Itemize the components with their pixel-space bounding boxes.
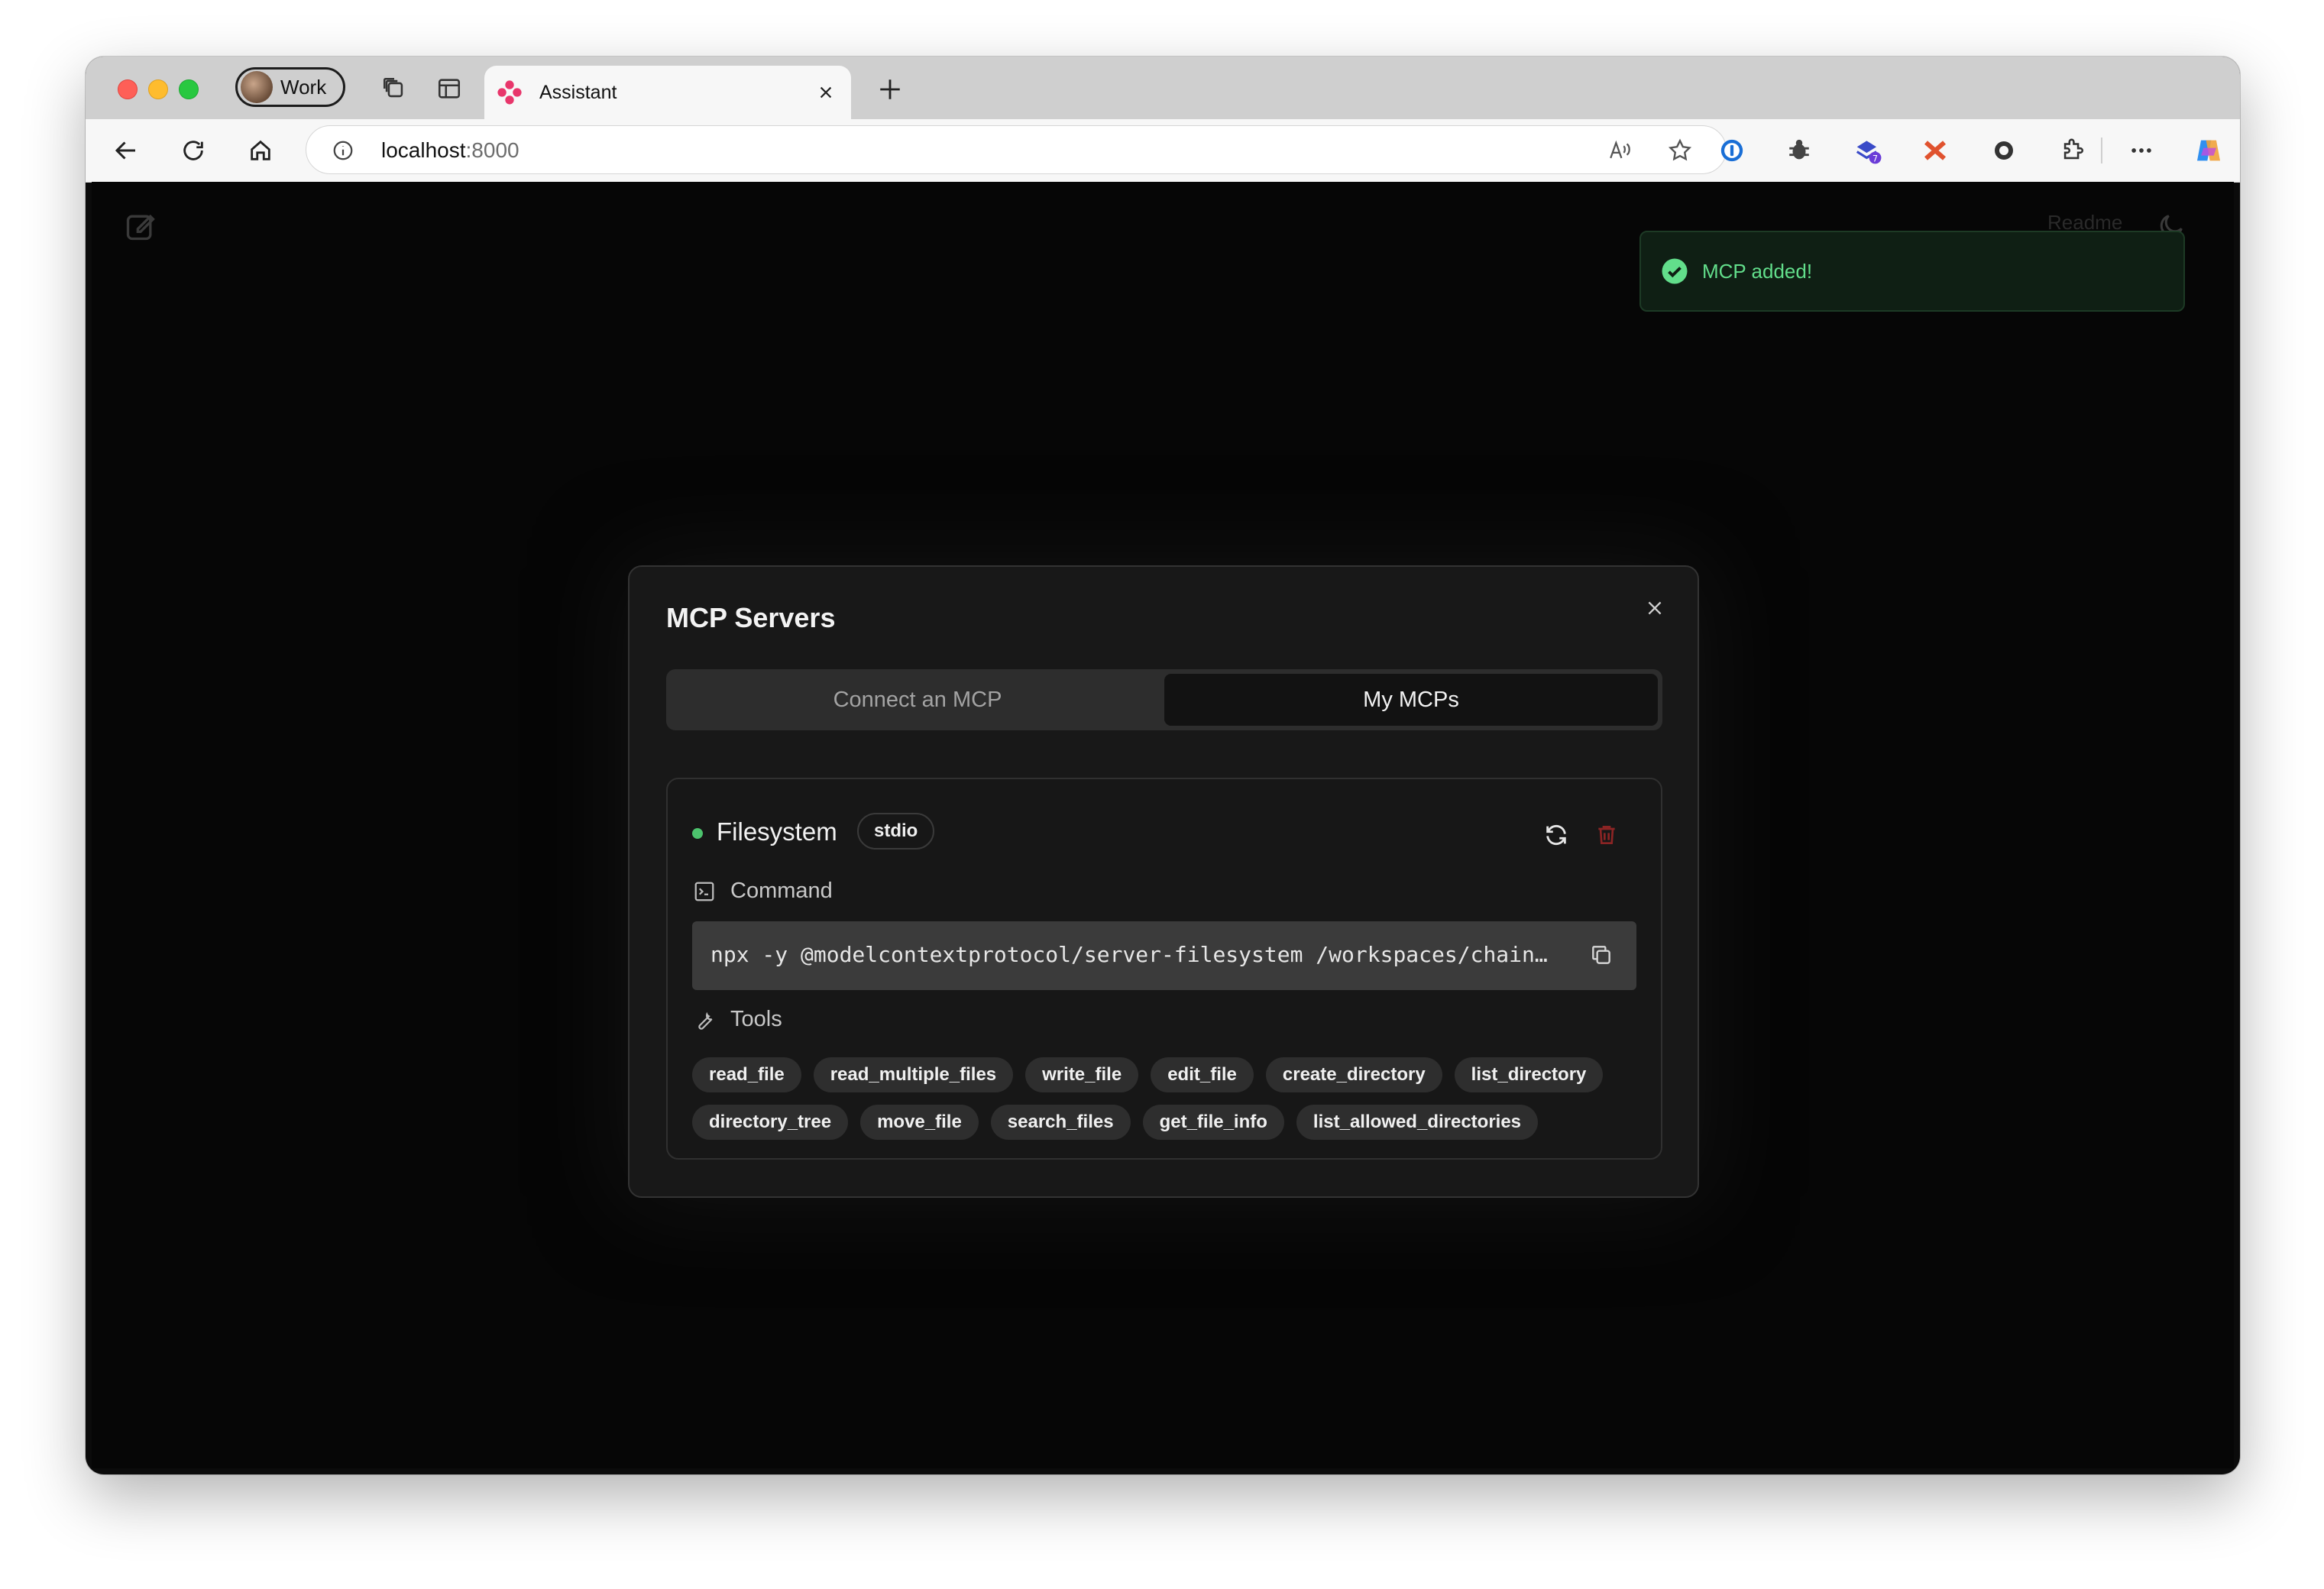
tab-connect-mcp[interactable]: Connect an MCP [671,674,1164,726]
extension-bug-icon[interactable] [1783,134,1815,167]
dialog-title: MCP Servers [666,602,836,633]
tools-list: read_file read_multiple_files write_file… [692,1057,1647,1140]
command-section-label: Command [692,879,833,904]
minimize-window-button[interactable] [148,79,168,99]
maximize-window-button[interactable] [179,79,199,99]
extensions-puzzle-icon[interactable] [2057,134,2089,167]
copy-command-icon[interactable] [1584,938,1618,972]
tool-chip: edit_file [1151,1057,1254,1092]
svg-text:7: 7 [1872,154,1878,163]
tool-chip: list_allowed_directories [1296,1105,1539,1140]
tool-chip: move_file [860,1105,979,1140]
address-host: localhost [381,138,466,162]
extension-stack-icon[interactable]: 7 [1852,134,1884,167]
status-indicator [692,828,703,839]
favorite-star-icon[interactable] [1665,135,1695,166]
avatar [241,71,273,103]
tool-chip: search_files [990,1105,1131,1140]
home-icon[interactable] [243,133,278,168]
command-text: npx -y @modelcontextprotocol/server-file… [710,942,1548,967]
assistant-favicon-icon [497,80,522,105]
profile-label: Work [280,75,327,99]
browser-window: Work Assistant localhost:8000 7 Readme M… [86,57,2240,1474]
tab-title: Assistant [539,81,617,103]
toast-message: MCP added! [1702,259,1813,283]
tools-section-label: Tools [692,1007,782,1032]
delete-server-trash-icon[interactable] [1591,819,1623,851]
browser-toolbar: localhost:8000 7 [86,119,2240,183]
page-content: Readme MCP added! MCP Servers Connect an… [92,182,2234,1468]
wrench-icon [692,1008,717,1032]
success-check-icon [1662,258,1688,284]
address-url[interactable]: localhost:8000 [381,137,520,164]
copilot-icon[interactable] [2193,134,2225,167]
new-chat-edit-icon[interactable] [124,209,157,243]
dialog-tabs: Connect an MCP My MCPs [666,669,1662,730]
tool-chip: create_directory [1265,1057,1442,1092]
toast-notification: MCP added! [1639,231,2185,312]
tool-chip: directory_tree [692,1105,849,1140]
server-name: Filesystem [717,817,837,846]
tab-assistant[interactable]: Assistant [484,66,851,119]
mcp-servers-dialog: MCP Servers Connect an MCP My MCPs Files… [628,565,1699,1198]
profile-button[interactable]: Work [235,67,345,107]
more-menu-icon[interactable] [2125,134,2157,167]
tool-chip: list_directory [1454,1057,1604,1092]
tab-strip: Work Assistant [86,57,2240,119]
reload-icon[interactable] [176,133,211,168]
address-bar[interactable]: localhost:8000 [306,125,1727,174]
terminal-icon [692,879,717,904]
command-box: npx -y @modelcontextprotocol/server-file… [692,921,1636,990]
close-tab-icon[interactable] [811,78,840,107]
back-icon[interactable] [108,133,144,168]
transport-badge: stdio [857,813,935,850]
tab-my-mcps[interactable]: My MCPs [1164,674,1658,726]
workspaces-icon[interactable] [379,73,409,104]
vertical-tabs-icon[interactable] [434,73,464,104]
tools-label: Tools [730,1007,782,1031]
address-port: :8000 [465,138,520,162]
tool-chip: write_file [1025,1057,1139,1092]
tool-chip: get_file_info [1142,1105,1284,1140]
tool-chip: read_file [692,1057,801,1092]
password-manager-icon[interactable] [1716,134,1748,167]
refresh-server-icon[interactable] [1540,819,1572,851]
site-info-icon[interactable] [329,137,357,164]
command-label: Command [730,879,833,903]
read-aloud-icon[interactable] [1605,135,1636,166]
close-window-button[interactable] [118,79,138,99]
close-dialog-icon[interactable] [1639,593,1670,623]
toolbar-divider [2101,138,2102,163]
extension-gear-icon[interactable] [1988,134,2020,167]
new-tab-icon[interactable] [872,72,908,107]
tool-chip: read_multiple_files [813,1057,1014,1092]
server-card: Filesystem stdio Command npx -y @modelco… [666,778,1662,1160]
extension-x-icon[interactable] [1919,134,1951,167]
